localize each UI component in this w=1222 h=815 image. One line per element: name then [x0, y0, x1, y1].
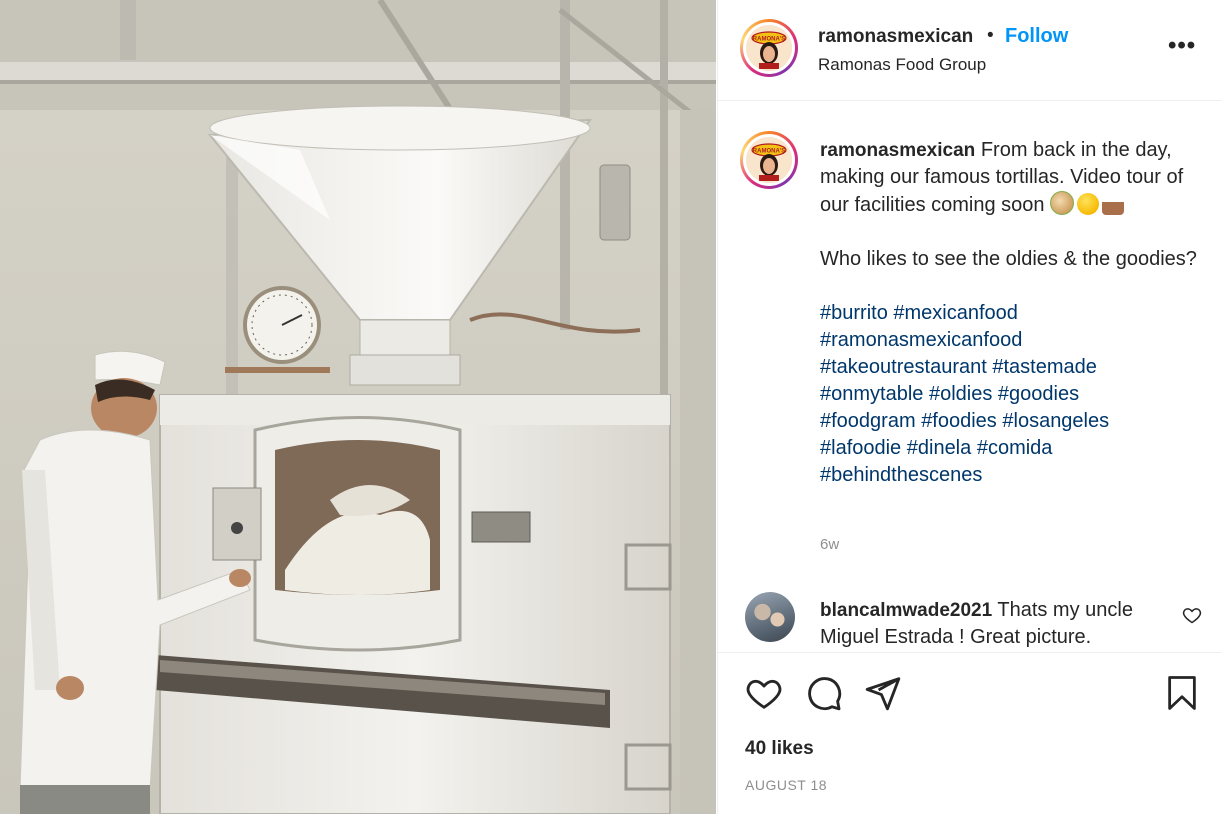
bookmark-icon[interactable]	[1165, 674, 1199, 712]
post-photo[interactable]	[0, 0, 716, 814]
follow-button[interactable]: Follow	[1005, 25, 1068, 48]
share-icon[interactable]	[864, 674, 902, 712]
ramonas-logo-icon: RAMONA'S	[746, 137, 792, 183]
hashtag-link[interactable]: #onmytable	[820, 383, 923, 405]
caption-question: Who likes to see the oldies & the goodie…	[820, 248, 1197, 270]
svg-text:RAMONA'S: RAMONA'S	[753, 149, 785, 155]
comment-icon[interactable]	[805, 674, 843, 712]
hashtag-link[interactable]: #goodies	[998, 383, 1079, 405]
hashtag-line: #behindthescenes	[820, 462, 1200, 489]
caption-author-avatar[interactable]: RAMONA'S	[740, 131, 798, 189]
hashtag-link[interactable]: #behindthescenes	[820, 464, 982, 486]
hashtag-link[interactable]: #losangeles	[1002, 410, 1109, 432]
separator-dot: •	[987, 25, 994, 46]
post-header: RAMONA'S ramonasmexican • Follow Ramonas…	[718, 0, 1222, 101]
commenter-username[interactable]: blancalmwade2021	[820, 600, 992, 621]
author-avatar[interactable]: RAMONA'S	[740, 19, 798, 77]
post-date[interactable]: AUGUST 18	[745, 777, 827, 793]
comment-text: blancalmwade2021 Thats my uncle Miguel E…	[820, 597, 1160, 651]
hashtag-link[interactable]: #ramonasmexicanfood	[820, 329, 1022, 351]
hashtag-link[interactable]: #takeoutrestaurant	[820, 356, 987, 378]
hashtag-list: #burrito #mexicanfood #ramonasmexicanfood…	[820, 300, 1200, 489]
post-side-panel: RAMONA'S ramonasmexican • Follow Ramonas…	[717, 0, 1222, 814]
hashtag-line: #lafoodie #dinela #comida	[820, 435, 1200, 462]
hashtag-link[interactable]: #mexicanfood	[893, 302, 1018, 324]
hashtag-link[interactable]: #dinela	[907, 437, 972, 459]
hashtag-line: #burrito #mexicanfood	[820, 300, 1200, 327]
hashtag-link[interactable]: #lafoodie	[820, 437, 901, 459]
hashtag-line: #foodgram #foodies #losangeles	[820, 408, 1200, 435]
photo-illustration	[0, 0, 716, 814]
likes-count[interactable]: 40 likes	[745, 738, 814, 760]
author-username[interactable]: ramonasmexican	[818, 26, 973, 48]
hashtag-line: #ramonasmexicanfood	[820, 327, 1200, 354]
hashtag-line: #takeoutrestaurant #tastemade	[820, 354, 1200, 381]
hashtag-link[interactable]: #tastemade	[992, 356, 1097, 378]
post-actions: 40 likes AUGUST 18	[718, 652, 1222, 815]
hashtag-link[interactable]: #oldies	[929, 383, 992, 405]
svg-text:RAMONA'S: RAMONA'S	[753, 37, 785, 43]
chef-emoji-icon	[1102, 193, 1125, 215]
hashtag-link[interactable]: #foodgram	[820, 410, 916, 432]
more-options-icon[interactable]: •••	[1168, 32, 1196, 60]
commenter-avatar[interactable]	[745, 592, 795, 642]
hashtag-link[interactable]: #burrito	[820, 302, 888, 324]
post-age[interactable]: 6w	[820, 536, 839, 553]
like-comment-heart-icon[interactable]	[1182, 605, 1202, 625]
hashtag-link[interactable]: #comida	[977, 437, 1053, 459]
burrito-emoji-icon	[1050, 191, 1075, 215]
smirk-emoji-icon	[1077, 193, 1100, 215]
caption-text: ramonasmexican From back in the day, mak…	[820, 137, 1200, 489]
heart-icon[interactable]	[745, 674, 783, 712]
caption-username[interactable]: ramonasmexican	[820, 140, 975, 161]
author-location[interactable]: Ramonas Food Group	[818, 55, 986, 75]
hashtag-link[interactable]: #foodies	[921, 410, 997, 432]
ramonas-logo-icon: RAMONA'S	[746, 25, 792, 71]
hashtag-line: #onmytable #oldies #goodies	[820, 381, 1200, 408]
